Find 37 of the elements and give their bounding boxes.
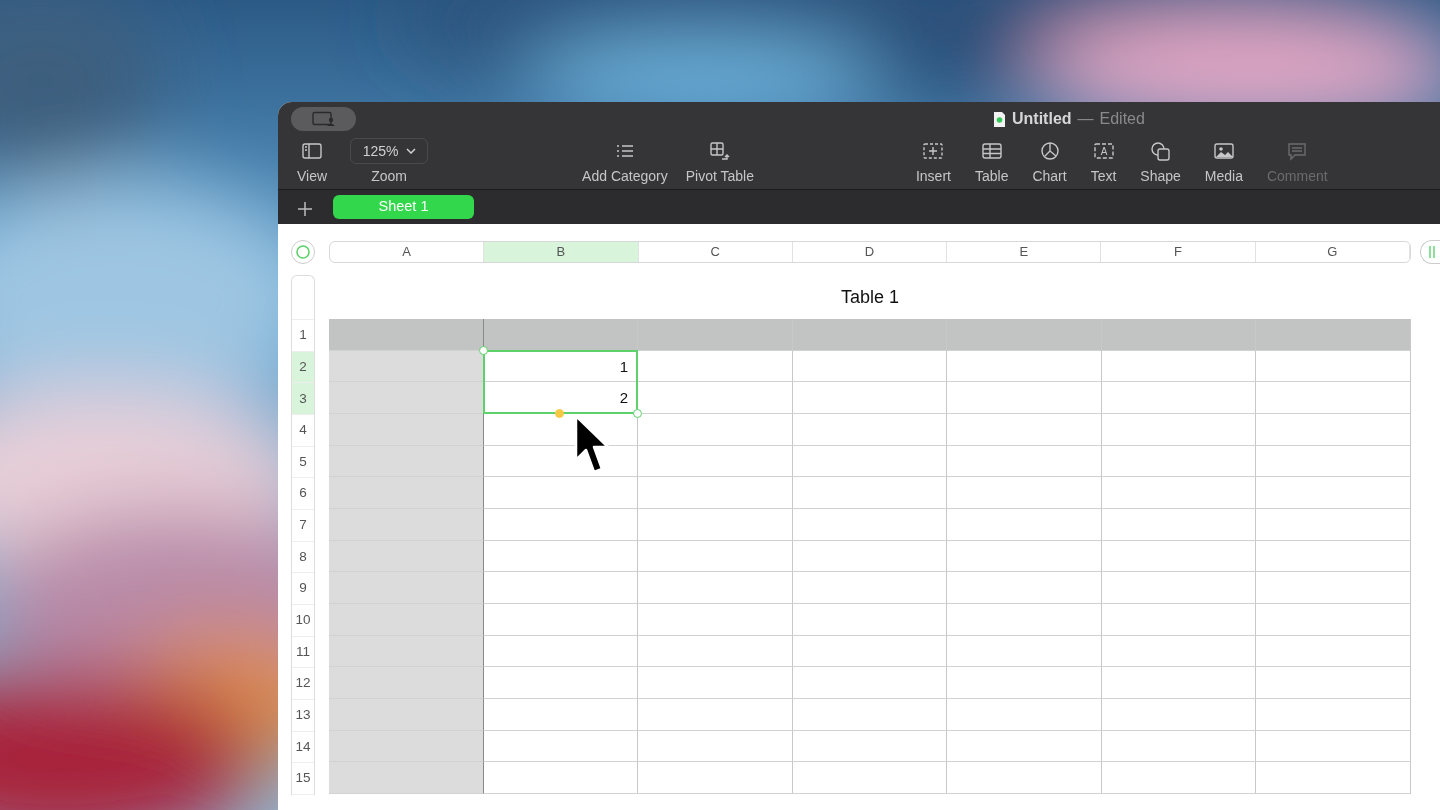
- column-header[interactable]: F: [1101, 242, 1256, 262]
- row-header[interactable]: 1: [292, 320, 314, 352]
- row-header[interactable]: 6: [292, 478, 314, 510]
- row-header[interactable]: 10: [292, 604, 314, 637]
- row-header[interactable]: 3: [292, 383, 314, 415]
- row-header[interactable]: 15: [292, 763, 314, 795]
- zoom-value: 125%: [350, 138, 429, 164]
- toolbar-button[interactable]: A Text: [1090, 136, 1117, 183]
- zoom-dropdown[interactable]: 125% Zoom: [350, 136, 429, 183]
- column-header[interactable]: C: [638, 242, 793, 262]
- row-header[interactable]: 13: [292, 699, 314, 732]
- text-box-icon: A: [1092, 141, 1115, 161]
- toolbar-button[interactable]: Pivot Table: [685, 136, 754, 183]
- row-header[interactable]: 5: [292, 446, 314, 479]
- row-header[interactable]: 7: [292, 509, 314, 542]
- toolbar-button[interactable]: Add Category: [582, 136, 668, 183]
- row-header[interactable]: 9: [292, 573, 314, 605]
- toolbar-button[interactable]: Shape: [1140, 136, 1181, 183]
- row-header[interactable]: 8: [292, 541, 314, 574]
- row-header[interactable]: 11: [292, 636, 314, 669]
- title-separator: —: [1077, 109, 1094, 129]
- row-header[interactable]: 12: [292, 668, 314, 700]
- column-header[interactable]: B: [484, 242, 639, 262]
- column-header[interactable]: E: [947, 242, 1102, 262]
- row-header[interactable]: 14: [292, 731, 314, 764]
- column-header[interactable]: D: [792, 242, 948, 262]
- toolbar-button[interactable]: Table: [974, 136, 1009, 183]
- table-title: Table 1: [839, 286, 900, 309]
- edited-status: Edited: [1099, 109, 1145, 129]
- toolbar-button[interactable]: View: [297, 136, 328, 183]
- column-header[interactable]: G: [1255, 242, 1410, 262]
- toolbar-button[interactable]: Insert: [915, 136, 951, 183]
- row-header[interactable]: 2: [292, 351, 314, 384]
- row-header[interactable]: 4: [292, 414, 314, 447]
- window-title: Untitled: [1012, 109, 1072, 129]
- toolbar-button[interactable]: Chart: [1032, 136, 1067, 183]
- toolbar-button[interactable]: Media: [1204, 136, 1243, 183]
